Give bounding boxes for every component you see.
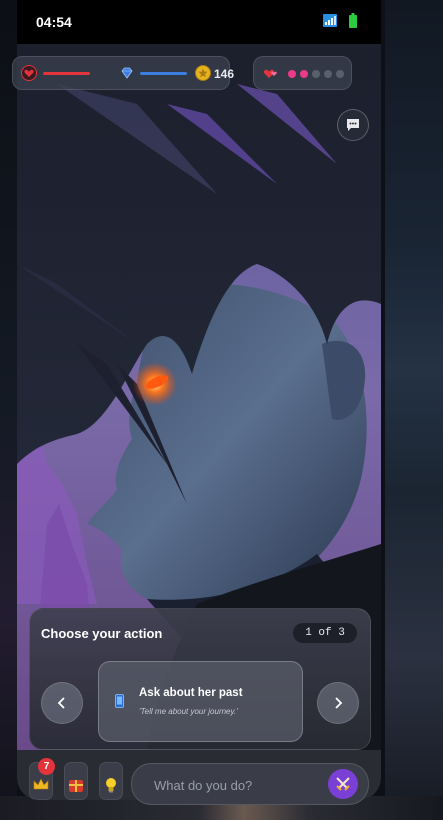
option-label: Ask about her past [139,687,243,699]
coin-count: 146 [214,67,235,81]
status-time: 04:54 [36,14,72,30]
gift-button[interactable] [64,762,88,800]
star-coin-icon [195,65,211,81]
signal-icon [323,14,337,27]
affection-dot [324,70,332,78]
chevron-left-icon [57,697,65,709]
swords-icon [336,777,350,791]
affection-hud [253,56,352,90]
background-left [0,0,17,820]
device-icon [115,694,124,708]
send-action-button[interactable] [328,769,358,799]
previous-option-button[interactable] [41,682,83,724]
diamond-icon [121,67,133,79]
chat-icon [347,119,359,131]
lightbulb-icon [106,778,116,793]
choice-title: Choose your action [41,626,163,641]
hearts-icon [263,69,277,78]
background-right [385,0,443,820]
health-bar [43,72,90,75]
chevron-right-icon [335,697,343,709]
battery-icon [349,13,357,28]
next-option-button[interactable] [317,682,359,724]
affection-dot [300,70,308,78]
option-subtitle: 'Tell me about your journey.' [139,707,238,716]
mana-bar [140,72,187,75]
choice-panel: Choose your action 1 of 3 Ask about her … [29,608,371,750]
action-input-container [131,763,369,805]
affection-dot [312,70,320,78]
option-card[interactable]: Ask about her past 'Tell me about your j… [98,661,303,742]
heart-icon [21,65,37,81]
status-bar: 04:54 [17,0,381,44]
affection-dot [336,70,344,78]
chat-button[interactable] [337,109,369,141]
stats-hud: 146 [12,56,234,90]
affection-dot [288,70,296,78]
notification-badge: 7 [38,758,55,775]
action-input[interactable] [152,774,326,796]
choice-counter: 1 of 3 [293,623,357,643]
gift-icon [69,780,83,792]
hint-button[interactable] [99,762,123,800]
